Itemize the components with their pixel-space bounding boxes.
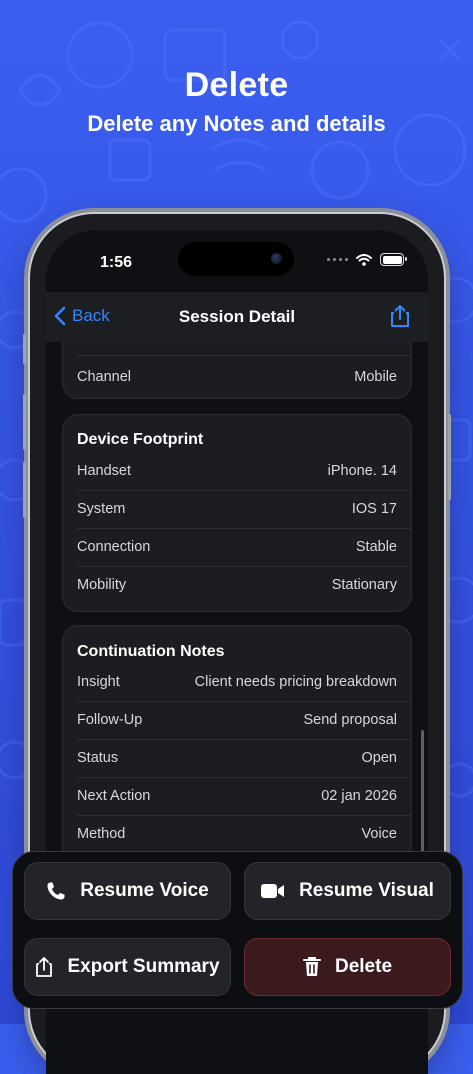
row-key: Connection	[77, 539, 151, 555]
card-title: Device Footprint	[77, 431, 204, 448]
detail-row-next-action: Next Action 02 jan 2026	[77, 777, 397, 815]
row-value: 02 jan 2026	[321, 788, 397, 804]
row-value: Send proposal	[303, 712, 397, 728]
navigation-bar: Back Session Detail	[46, 292, 428, 342]
row-value: Voice	[361, 826, 397, 842]
delete-label: Delete	[334, 956, 393, 977]
row-value: Stable	[355, 539, 397, 555]
hero-title: Delete	[184, 66, 289, 104]
detail-row-status: Status Open	[77, 739, 397, 777]
detail-row-follow-up: Follow-Up Send proposal	[77, 701, 397, 739]
share-icon	[36, 957, 53, 977]
session-card: Channel Mobile	[62, 342, 412, 399]
action-panel: Resume Voice Resume Visual Export Summar…	[12, 851, 463, 1009]
resume-voice-button[interactable]: Resume Voice	[24, 862, 231, 920]
detail-row-method: Method Voice	[77, 815, 397, 853]
detail-row-channel: Channel Mobile	[77, 358, 397, 396]
phone-volume-up-button	[23, 394, 26, 450]
row-key: Status	[77, 750, 119, 766]
row-divider	[77, 355, 411, 356]
row-value: iPhone. 14	[327, 463, 397, 479]
status-bar: 1:56	[46, 230, 428, 292]
phone-power-button	[448, 414, 451, 500]
resume-visual-label: Resume Visual	[299, 880, 434, 901]
row-key: Follow-Up	[77, 712, 143, 728]
delete-button[interactable]: Delete	[244, 938, 451, 996]
trash-icon	[302, 957, 321, 976]
battery-icon	[380, 253, 407, 266]
phone-volume-down-button	[23, 462, 26, 518]
row-key: Mobility	[77, 577, 127, 593]
row-value: Open	[361, 750, 397, 766]
video-camera-icon	[261, 884, 285, 898]
row-key: Next Action	[77, 788, 151, 804]
row-key: Method	[77, 826, 126, 842]
signal-dots-icon	[327, 258, 348, 261]
row-value: Stationary	[331, 577, 397, 593]
dynamic-island	[178, 242, 294, 276]
nav-title: Session Detail	[178, 307, 296, 326]
detail-row-mobility: Mobility Stationary	[77, 566, 397, 604]
detail-row-handset: Handset iPhone. 14	[77, 452, 397, 490]
device-footprint-card: Device Footprint Handset iPhone. 14 Syst…	[62, 414, 412, 612]
export-summary-button[interactable]: Export Summary	[24, 938, 231, 996]
hero: Delete Delete any Notes and details	[0, 66, 473, 137]
phone-side-button	[23, 334, 26, 364]
detail-row-system: System IOS 17	[77, 490, 397, 528]
share-icon	[391, 305, 409, 327]
detail-row-connection: Connection Stable	[77, 528, 397, 566]
hero-subtitle: Delete any Notes and details	[87, 111, 386, 136]
status-icons	[327, 253, 407, 266]
camera-icon	[271, 253, 282, 264]
continuation-notes-card: Continuation Notes Insight Client needs …	[62, 625, 412, 863]
row-key: System	[77, 501, 126, 517]
row-value: Mobile	[354, 369, 397, 385]
resume-voice-label: Resume Voice	[80, 880, 209, 901]
status-time: 1:56	[100, 254, 133, 271]
resume-visual-button[interactable]: Resume Visual	[244, 862, 451, 920]
row-value: Client needs pricing breakdown	[194, 674, 397, 690]
detail-row-insight: Insight Client needs pricing breakdown	[77, 663, 397, 701]
export-summary-label: Export Summary	[67, 956, 220, 977]
row-key: Handset	[77, 463, 132, 479]
phone-icon	[47, 882, 65, 900]
row-value: IOS 17	[351, 501, 397, 517]
share-button[interactable]	[390, 304, 410, 333]
card-title: Continuation Notes	[77, 643, 225, 660]
wifi-icon	[356, 253, 372, 266]
row-key: Insight	[77, 674, 120, 690]
row-key: Channel	[77, 369, 132, 385]
